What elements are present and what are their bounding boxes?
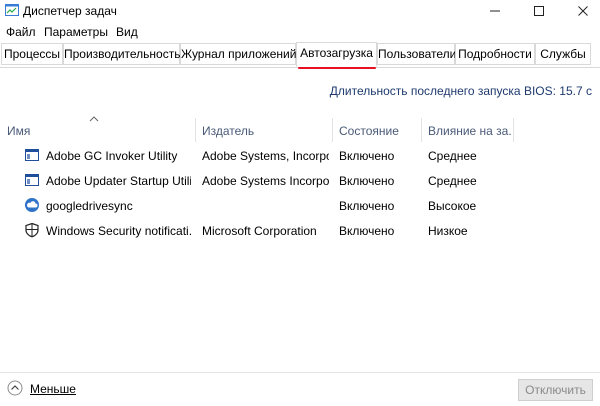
row-status: Включено — [339, 174, 395, 188]
column-publisher[interactable]: Издатель — [202, 124, 327, 138]
table-row[interactable]: googledrivesync Включено Высокое — [0, 193, 600, 218]
app-window-icon — [25, 149, 39, 161]
column-name[interactable]: Имя — [7, 124, 187, 138]
bios-duration: Длительность последнего запуска BIOS: 15… — [330, 84, 592, 98]
minimize-icon — [490, 10, 500, 12]
table-row[interactable]: Windows Security notificati... Microsoft… — [0, 218, 600, 243]
tab-strip: Процессы Производительность Журнал прило… — [0, 42, 600, 68]
column-status[interactable]: Состояние — [339, 124, 419, 138]
tab-processes[interactable]: Процессы — [1, 43, 63, 65]
table-row[interactable]: Adobe Updater Startup Utility Adobe Syst… — [0, 168, 600, 193]
row-status: Включено — [339, 149, 395, 163]
table-header: Имя Издатель Состояние Влияние на за... — [0, 118, 600, 142]
tab-details[interactable]: Подробности — [455, 43, 535, 65]
table-row[interactable]: Adobe GC Invoker Utility Adobe Systems, … — [0, 143, 600, 168]
minimize-button[interactable] — [478, 0, 512, 22]
row-name: Adobe Updater Startup Utility — [46, 174, 191, 188]
maximize-button[interactable] — [522, 0, 556, 22]
column-divider[interactable] — [421, 118, 422, 142]
column-divider[interactable] — [195, 118, 196, 142]
disable-button[interactable]: Отключить — [518, 379, 593, 401]
shield-icon — [25, 222, 39, 238]
tab-services[interactable]: Службы — [535, 43, 591, 65]
title-bar: Диспетчер задач — [0, 0, 600, 22]
task-manager-icon — [5, 4, 19, 16]
column-divider[interactable] — [332, 118, 333, 142]
fewer-details-link[interactable]: Меньше — [30, 382, 76, 396]
column-divider[interactable] — [513, 118, 514, 142]
row-name: googledrivesync — [46, 199, 133, 213]
menu-bar: Файл Параметры Вид — [0, 22, 600, 42]
menu-view[interactable]: Вид — [116, 25, 138, 39]
tab-users[interactable]: Пользователи — [377, 43, 456, 65]
row-impact: Среднее — [428, 149, 477, 163]
row-status: Включено — [339, 199, 395, 213]
chevron-up-icon[interactable] — [7, 380, 23, 396]
row-publisher: Adobe Systems, Incorpo... — [202, 149, 329, 163]
row-publisher: Microsoft Corporation — [202, 224, 317, 238]
bios-value: 15.7 с — [559, 84, 592, 98]
row-name: Windows Security notificati... — [46, 224, 191, 238]
tab-app-history[interactable]: Журнал приложений — [180, 43, 296, 65]
bios-label: Длительность последнего запуска BIOS: — [329, 84, 556, 98]
row-impact: Низкое — [428, 224, 468, 238]
row-name: Adobe GC Invoker Utility — [46, 149, 178, 163]
menu-options[interactable]: Параметры — [44, 25, 108, 39]
row-status: Включено — [339, 224, 395, 238]
tab-performance[interactable]: Производительность — [63, 43, 180, 65]
footer-divider — [0, 372, 600, 373]
close-icon — [578, 6, 588, 16]
row-publisher: Adobe Systems Incorpor... — [202, 174, 329, 188]
column-impact[interactable]: Влияние на за... — [428, 124, 512, 138]
row-impact: Высокое — [428, 199, 477, 213]
maximize-icon — [534, 6, 544, 16]
window-title: Диспетчер задач — [23, 4, 117, 18]
active-tab-indicator — [298, 67, 376, 69]
tab-startup[interactable]: Автозагрузка — [296, 42, 377, 67]
close-button[interactable] — [566, 0, 600, 22]
row-impact: Среднее — [428, 174, 477, 188]
menu-file[interactable]: Файл — [6, 25, 36, 39]
cloud-icon — [25, 198, 39, 212]
app-window-icon — [25, 174, 39, 186]
